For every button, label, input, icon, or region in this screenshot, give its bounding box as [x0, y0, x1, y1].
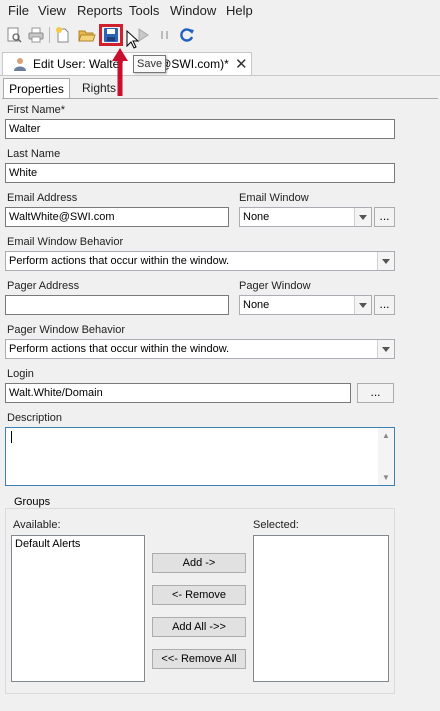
pager-behavior-select[interactable]: Perform actions that occur within the wi… [5, 339, 395, 359]
user-icon [14, 58, 26, 71]
pause-icon[interactable] [156, 26, 174, 44]
selected-list[interactable] [253, 535, 389, 682]
chevron-down-icon[interactable] [354, 296, 371, 314]
print-icon[interactable] [27, 26, 45, 44]
email-label: Email Address [7, 192, 78, 204]
chevron-down-icon[interactable] [377, 252, 394, 270]
email-window-value: None [243, 211, 270, 223]
first-name-label: First Name* [7, 104, 66, 116]
document-tab-title: Edit User: Walter @SWI.com)* [33, 57, 229, 71]
pager-behavior-value: Perform actions that occur within the wi… [9, 343, 230, 355]
first-name-field[interactable]: Walter [5, 119, 395, 139]
new-icon[interactable] [54, 26, 72, 44]
chevron-down-icon[interactable] [354, 208, 371, 226]
email-behavior-select[interactable]: Perform actions that occur within the wi… [5, 251, 395, 271]
menu-bar: File View Reports Tools Window Help [0, 0, 440, 22]
available-list[interactable]: Default Alerts [11, 535, 145, 682]
email-behavior-value: Perform actions that occur within the wi… [9, 255, 230, 267]
last-name-label: Last Name [7, 148, 61, 160]
description-label: Description [7, 412, 63, 424]
pager-window-value: None [243, 299, 270, 311]
text-caret [11, 431, 12, 443]
tab-properties[interactable]: Properties [3, 78, 70, 98]
last-name-field[interactable]: White [5, 163, 395, 183]
login-label: Login [7, 368, 34, 380]
pager-window-browse-button[interactable]: ... [374, 295, 395, 315]
pager-window-label: Pager Window [239, 280, 311, 292]
pager-behavior-label: Pager Window Behavior [7, 324, 126, 336]
refresh-icon[interactable] [178, 26, 196, 44]
selected-label: Selected: [253, 519, 299, 531]
description-scrollbar[interactable]: ▲ ▼ [378, 428, 394, 485]
menu-view[interactable]: View [38, 3, 66, 18]
email-window-label: Email Window [239, 192, 309, 204]
pager-field[interactable] [5, 295, 229, 315]
open-folder-icon[interactable] [78, 26, 96, 44]
save-highlight-box [99, 24, 123, 46]
remove-button[interactable]: <- Remove [152, 585, 246, 605]
pager-window-select[interactable]: None [239, 295, 372, 315]
pager-label: Pager Address [7, 280, 80, 292]
menu-window[interactable]: Window [170, 3, 216, 18]
add-all-button[interactable]: Add All ->> [152, 617, 246, 637]
available-label: Available: [13, 519, 61, 531]
tab-rights[interactable]: Rights [70, 78, 128, 98]
email-behavior-label: Email Window Behavior [7, 236, 124, 248]
menu-help[interactable]: Help [226, 3, 253, 18]
menu-reports[interactable]: Reports [77, 3, 123, 18]
groups-title: Groups [11, 496, 54, 508]
login-field[interactable]: Walt.White/Domain [5, 383, 351, 403]
menu-file[interactable]: File [8, 3, 29, 18]
email-window-browse-button[interactable]: ... [374, 207, 395, 227]
description-textarea[interactable]: ▲ ▼ [5, 427, 395, 486]
chevron-down-icon[interactable] [377, 340, 394, 358]
scroll-down-icon[interactable]: ▼ [382, 473, 390, 482]
list-item[interactable]: Default Alerts [12, 536, 144, 552]
toolbar [0, 22, 440, 48]
close-icon[interactable]: ✕ [235, 55, 248, 73]
scroll-up-icon[interactable]: ▲ [382, 431, 390, 440]
email-field[interactable]: WaltWhite@SWI.com [5, 207, 229, 227]
save-tooltip: Save [133, 55, 167, 73]
login-browse-button[interactable]: ... [357, 383, 394, 403]
print-preview-icon[interactable] [5, 26, 23, 44]
add-button[interactable]: Add -> [152, 553, 246, 573]
menu-tools[interactable]: Tools [129, 3, 159, 18]
email-window-select[interactable]: None [239, 207, 372, 227]
remove-all-button[interactable]: <<- Remove All [152, 649, 246, 669]
